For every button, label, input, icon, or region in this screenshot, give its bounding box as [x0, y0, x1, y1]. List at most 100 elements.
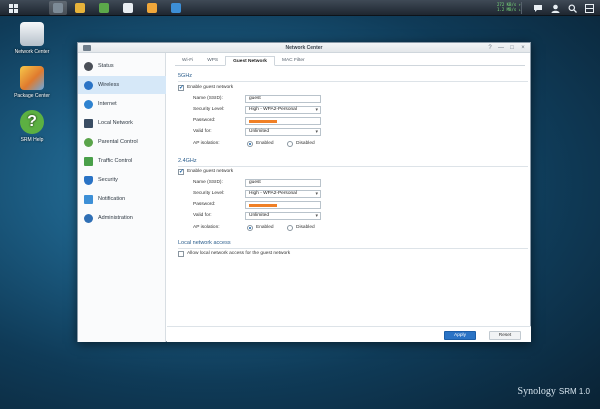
enable-guest-5ghz-label: Enable guest network	[187, 85, 234, 90]
content-panel: Wi-Fi WPS Guest Network MAC Filter 5GHz …	[167, 53, 531, 342]
security-level-value: High - WPA2-Personal	[249, 191, 297, 196]
sidebar-item-label: Administration	[98, 215, 133, 221]
taskbar-network-center[interactable]	[49, 1, 67, 15]
tools-icon	[84, 213, 93, 223]
sidebar-item-administration[interactable]: Administration	[78, 209, 166, 227]
password-24ghz-input[interactable]	[245, 201, 321, 209]
user-button[interactable]	[549, 2, 561, 14]
network-stats: 272 KB/s ↑ 1.2 MB/s ↓	[497, 2, 521, 12]
radio-disabled-label: Disabled	[296, 141, 315, 146]
search-button[interactable]	[566, 2, 578, 14]
brand-product: SRM 1.0	[558, 387, 590, 396]
allow-local-access-label: Allow local network access for the guest…	[187, 251, 291, 256]
sidebar-item-parental-control[interactable]: Parental Control	[78, 133, 166, 151]
tab-bar: Wi-Fi WPS Guest Network MAC Filter	[175, 56, 525, 66]
desktop-icon-package-center[interactable]: Package Center	[2, 66, 62, 99]
ap-isolation-label: AP isolation:	[193, 141, 220, 146]
tab-wps[interactable]: WPS	[200, 56, 225, 66]
taskbar-package-center[interactable]	[71, 1, 89, 15]
chat-button[interactable]	[532, 2, 544, 14]
parental-control-icon	[84, 137, 93, 147]
enable-guest-5ghz-checkbox[interactable]	[178, 84, 184, 91]
password-label: Password:	[193, 118, 216, 123]
sidebar-item-status[interactable]: Status	[78, 57, 166, 75]
sidebar-item-notification[interactable]: Notification	[78, 190, 166, 208]
sidebar-item-security[interactable]: Security	[78, 171, 166, 189]
ssid-24ghz-input[interactable]: guest	[245, 179, 321, 187]
net-download-speed: 1.2 MB/s ↓	[497, 7, 522, 12]
sidebar-item-wireless[interactable]: Wireless	[78, 76, 166, 94]
chat-icon	[534, 4, 542, 12]
minimize-button[interactable]: —	[497, 44, 505, 52]
desktop-icon-label: Network Center	[14, 49, 50, 55]
tab-mac-filter[interactable]: MAC Filter	[275, 56, 312, 66]
section-title-local-access: Local network access	[178, 240, 231, 246]
desktop-icon-label: Package Center	[14, 93, 50, 99]
enable-guest-24ghz-checkbox[interactable]	[178, 168, 184, 175]
window-titlebar[interactable]: Network Center ? — □ ×	[78, 43, 530, 53]
valid-for-24ghz-select[interactable]: Unlimited ▾	[245, 212, 321, 220]
user-icon	[551, 4, 559, 13]
password-mask	[249, 120, 277, 123]
valid-for-label: Valid for:	[193, 129, 212, 134]
radio-enabled-label: Enabled	[256, 225, 274, 230]
package-center-icon	[75, 3, 85, 13]
main-menu-button[interactable]	[4, 1, 22, 15]
chevron-down-icon: ▾	[315, 129, 318, 135]
media-server-icon	[99, 3, 109, 13]
wireless-icon	[84, 80, 93, 90]
section-title-5ghz: 5GHz	[178, 73, 193, 79]
password-5ghz-input[interactable]	[245, 117, 321, 125]
taskbar-app-6[interactable]	[167, 1, 185, 15]
ssid-5ghz-input[interactable]: guest	[245, 95, 321, 103]
security-level-5ghz-select[interactable]: High - WPA2-Personal ▾	[245, 106, 321, 114]
ap-isolation-24ghz-enabled-radio[interactable]	[247, 225, 253, 231]
tab-guest-network[interactable]: Guest Network	[225, 56, 275, 66]
sidebar-item-internet[interactable]: Internet	[78, 95, 166, 113]
desktop-icon-srm-help[interactable]: ? SRM Help	[2, 110, 62, 143]
desktop-icon-network-center[interactable]: Network Center	[2, 22, 62, 55]
ap-isolation-5ghz-enabled-radio[interactable]	[247, 141, 253, 147]
chevron-down-icon: ▾	[315, 213, 318, 219]
document-icon	[123, 3, 133, 13]
sidebar-item-local-network[interactable]: Local Network	[78, 114, 166, 132]
ap-isolation-5ghz-disabled-radio[interactable]	[287, 141, 293, 147]
status-icon	[84, 61, 93, 71]
valid-for-value: Unlimited	[249, 129, 269, 134]
desktop-icon-label: SRM Help	[20, 137, 44, 143]
widgets-button[interactable]	[583, 2, 595, 14]
widgets-icon	[584, 3, 594, 13]
allow-local-access-checkbox[interactable]	[178, 251, 184, 257]
brand-logo: Synology SRM 1.0	[518, 386, 590, 397]
taskbar: 272 KB/s ↑ 1.2 MB/s ↓	[0, 0, 600, 16]
password-label: Password:	[193, 202, 216, 207]
help-icon: ?	[20, 110, 44, 134]
security-level-label: Security Level:	[193, 191, 225, 196]
valid-for-label: Valid for:	[193, 213, 212, 218]
maximize-button[interactable]: □	[508, 44, 516, 52]
reset-button[interactable]: Reset	[489, 331, 521, 340]
radio-disabled-label: Disabled	[296, 225, 315, 230]
folder-icon	[147, 3, 157, 13]
security-level-24ghz-select[interactable]: High - WPA2-Personal ▾	[245, 190, 321, 198]
ap-isolation-24ghz-disabled-radio[interactable]	[287, 225, 293, 231]
password-mask	[249, 204, 277, 207]
enable-guest-24ghz-label: Enable guest network	[187, 169, 234, 174]
close-button[interactable]: ×	[519, 44, 527, 52]
taskbar-app-4[interactable]	[119, 1, 137, 15]
tab-wifi[interactable]: Wi-Fi	[175, 56, 200, 66]
valid-for-5ghz-select[interactable]: Unlimited ▾	[245, 128, 321, 136]
radio-enabled-label: Enabled	[256, 141, 274, 146]
globe-icon	[84, 99, 93, 109]
sidebar-item-traffic-control[interactable]: Traffic Control	[78, 152, 166, 170]
taskbar-app-3[interactable]	[95, 1, 113, 15]
taskbar-app-5[interactable]	[143, 1, 161, 15]
section-title-24ghz: 2.4GHz	[178, 158, 197, 164]
sidebar-item-label: Traffic Control	[98, 158, 133, 164]
security-level-label: Security Level:	[193, 107, 225, 112]
sidebar-item-label: Security	[98, 177, 118, 183]
notification-icon	[84, 194, 93, 204]
brand-name: Synology	[517, 386, 556, 397]
help-button[interactable]: ?	[486, 44, 494, 52]
apply-button[interactable]: Apply	[444, 331, 476, 340]
